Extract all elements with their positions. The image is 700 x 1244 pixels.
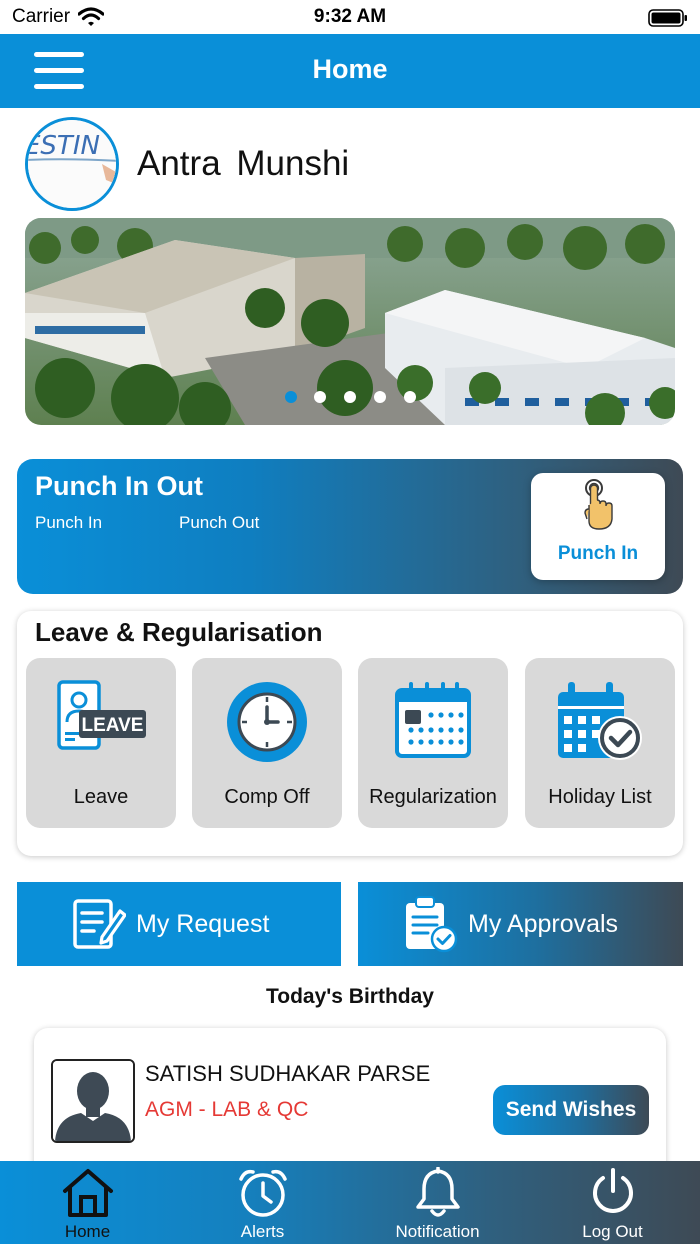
home-icon (62, 1169, 113, 1217)
user-name: Antra Munshi (137, 144, 350, 183)
comp-off-tile[interactable]: Comp Off (192, 658, 342, 828)
punch-title: Punch In Out (35, 471, 203, 501)
calendar-grid-icon (395, 682, 471, 758)
tab-logout-label: Log Out (582, 1222, 643, 1241)
calendar-check-icon (558, 682, 642, 760)
regularization-tile-label: Regularization (369, 786, 497, 808)
leave-section-title: Leave & Regularisation (35, 617, 323, 647)
punch-in-button-label: Punch In (557, 543, 639, 564)
alarm-clock-icon (238, 1169, 287, 1217)
tab-logout[interactable]: Log Out (525, 1161, 700, 1244)
tab-home-label: Home (64, 1222, 111, 1241)
bell-icon (415, 1167, 460, 1217)
person-placeholder-icon (51, 1059, 135, 1143)
punch-card: Punch In Out Punch In Punch Out Punch In (17, 459, 683, 594)
punch-in-time-label: Punch In (35, 513, 103, 532)
holiday-list-tile[interactable]: Holiday List (525, 658, 675, 828)
status-time: 9:32 AM (313, 6, 387, 27)
clock-icon (227, 682, 307, 762)
birthday-person-role: AGM - LAB & QC (145, 1098, 309, 1121)
leave-regularisation-card: Leave & Regularisation LEAVE Leave Comp … (17, 611, 683, 856)
avatar[interactable]: ESTIN (25, 117, 119, 211)
punch-out-time-label: Punch Out (179, 513, 260, 532)
bottom-tab-bar: Home Alerts Notification Log Out (0, 1161, 700, 1244)
svg-text:LEAVE: LEAVE (82, 715, 144, 736)
clipboard-check-icon (406, 896, 458, 953)
page-title: Home (312, 54, 388, 84)
send-wishes-button[interactable]: Send Wishes (493, 1085, 649, 1135)
tab-alerts-label: Alerts (240, 1222, 285, 1241)
touch-hand-icon (584, 479, 613, 530)
punch-in-button[interactable]: Punch In (531, 473, 665, 580)
comp-off-tile-label: Comp Off (224, 786, 310, 808)
tab-home[interactable]: Home (0, 1161, 175, 1244)
app-header: Home (0, 34, 700, 108)
birthday-card: SATISH SUDHAKAR PARSE AGM - LAB & QC Sen… (34, 1028, 666, 1178)
tab-alerts[interactable]: Alerts (175, 1161, 350, 1244)
my-approvals-button[interactable]: My Approvals (358, 882, 683, 966)
my-request-label: My Request (136, 909, 270, 938)
birthday-person-name: SATISH SUDHAKAR PARSE (145, 1061, 431, 1086)
battery-icon (648, 9, 687, 27)
leave-tile[interactable]: LEAVE Leave (26, 658, 176, 828)
holiday-list-tile-label: Holiday List (548, 786, 652, 808)
my-request-button[interactable]: My Request (17, 882, 341, 966)
leave-document-icon: LEAVE (57, 680, 146, 750)
factory-campus-image (25, 218, 675, 425)
banner-carousel[interactable] (25, 218, 675, 425)
power-icon (592, 1168, 633, 1213)
profile-row: ESTIN Antra Munshi (25, 117, 349, 211)
avatar-image: ESTIN (28, 120, 116, 208)
leave-tile-label: Leave (73, 786, 129, 808)
tab-notification-label: Notification (395, 1222, 480, 1241)
my-approvals-label: My Approvals (468, 909, 619, 938)
svg-text:ESTIN: ESTIN (28, 131, 100, 161)
tab-notification[interactable]: Notification (350, 1161, 525, 1244)
status-bar: Carrier 9:32 AM (0, 0, 700, 34)
edit-document-icon (73, 899, 126, 949)
birthday-section-title: Today's Birthday (266, 985, 434, 1008)
regularization-tile[interactable]: Regularization (358, 658, 508, 828)
